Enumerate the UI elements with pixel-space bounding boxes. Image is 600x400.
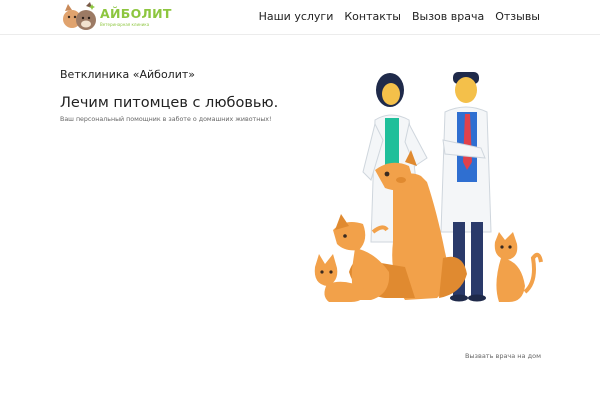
nav-item-contacts[interactable]: Контакты xyxy=(344,10,401,23)
brand-subtitle: Ветеринарная клиника xyxy=(100,22,150,27)
nav-item-services[interactable]: Наши услуги xyxy=(259,10,334,23)
brand-name: АЙБОЛИТ xyxy=(100,6,172,21)
brand-logo[interactable]: АЙБОЛИТ Ветеринарная клиника xyxy=(62,2,182,33)
nav-item-doctor-call[interactable]: Вызов врача xyxy=(412,10,484,23)
site-header: АЙБОЛИТ Ветеринарная клиника Наши услуги… xyxy=(0,0,600,35)
hero-tagline: Ваш персональный помощник в заботе о дом… xyxy=(60,116,272,123)
main-nav: Наши услуги Контакты Вызов врача Отзывы xyxy=(259,10,540,23)
clinic-name: Ветклиника «Айболит» xyxy=(60,68,196,81)
vets-with-pets-illustration xyxy=(314,72,543,302)
cat-dog-logo-icon xyxy=(63,2,96,30)
nav-item-reviews[interactable]: Отзывы xyxy=(495,10,540,23)
call-doctor-home-link[interactable]: Вызвать врача на дом xyxy=(465,352,541,360)
hero-headline: Лечим питомцев с любовью. xyxy=(60,95,279,111)
right-cat-figure xyxy=(494,232,543,302)
